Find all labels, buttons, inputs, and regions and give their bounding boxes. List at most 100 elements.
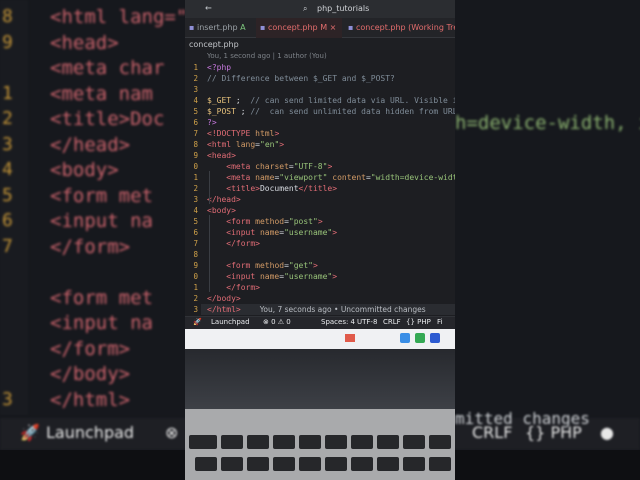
code-text[interactable]: <body> (207, 205, 236, 216)
code-line[interactable]: 2 <title>Document</title> (185, 183, 455, 194)
taskbar-app-icon[interactable] (415, 333, 425, 343)
code-token: name (255, 173, 275, 182)
tab-concept-php[interactable]: ▪ concept.php M × (256, 18, 342, 38)
launchpad-button[interactable]: Launchpad (211, 318, 250, 326)
taskbar-app-icon[interactable] (345, 334, 355, 342)
breadcrumb[interactable]: concept.php (189, 40, 239, 49)
code-line[interactable]: 8 <html lang="en"> (185, 139, 455, 150)
code-text[interactable]: <meta charset="UTF-8"> (207, 161, 332, 172)
code-text[interactable]: </form> (207, 238, 260, 249)
code-line[interactable]: 7 </form> (185, 238, 455, 249)
code-text[interactable]: <title>Document</title> (207, 183, 337, 194)
code-token: $_POST (207, 107, 236, 116)
code-text[interactable]: <form method="get"> (207, 260, 318, 271)
code-line[interactable]: 3 </html> You, 7 seconds ago • Uncommitte… (185, 304, 455, 315)
tab-insert-php[interactable]: ▪ insert.php A (185, 18, 253, 38)
close-icon[interactable]: × (330, 23, 337, 32)
code-line[interactable]: 1 <meta name="viewport" content="width=d… (185, 172, 455, 183)
keyboard-key (221, 457, 243, 471)
code-line[interactable]: 5 <form method="post"> (185, 216, 455, 227)
code-line[interactable]: 9 <head> (185, 150, 455, 161)
indent-guide (209, 215, 210, 292)
code-text[interactable]: </body> (207, 293, 241, 304)
code-text[interactable]: <!DOCTYPE html> (207, 128, 279, 139)
line-number: 2 (193, 74, 198, 83)
background-line-number: 4 (2, 159, 13, 180)
keyboard (185, 409, 455, 480)
code-text[interactable]: <head> (207, 150, 236, 161)
code-line[interactable]: 2 </body> (185, 293, 455, 304)
code-line[interactable]: 7 <!DOCTYPE html> (185, 128, 455, 139)
code-line[interactable]: 8 (185, 249, 455, 260)
code-text[interactable]: </head> (207, 194, 241, 205)
taskbar-app-icon[interactable] (430, 333, 440, 343)
encoding-setting[interactable]: UTF-8 (357, 318, 377, 326)
code-token: html (255, 129, 275, 138)
code-token: </html> (207, 305, 241, 314)
keyboard-key (377, 435, 399, 449)
code-line[interactable]: 6 ?> (185, 117, 455, 128)
indentation-setting[interactable]: Spaces: 4 (321, 318, 355, 326)
blame-header[interactable]: You, 1 second ago | 1 author (You) (207, 52, 327, 60)
code-text[interactable]: </form> (207, 282, 260, 293)
keyboard-key (351, 457, 373, 471)
code-line[interactable]: 4 $_GET ; // can send limited data via UR… (185, 95, 455, 106)
code-text[interactable]: <?php (207, 62, 231, 73)
code-editor[interactable]: You, 1 second ago | 1 author (You) 1 <?ph… (185, 50, 455, 316)
line-number: 1 (193, 63, 198, 72)
code-text[interactable]: <form method="post"> (207, 216, 322, 227)
code-line[interactable]: 1 <?php (185, 62, 455, 73)
code-token: <form (207, 261, 256, 270)
code-token: method (255, 261, 285, 270)
back-arrow-icon[interactable]: ← (205, 1, 212, 14)
command-center-search[interactable]: php_tutorials (317, 4, 369, 13)
status-extra[interactable]: Fi (437, 318, 442, 326)
line-number: 8 (193, 250, 198, 259)
tab-concept-working-tree[interactable]: ▪ concept.php (Working Tree) (344, 18, 455, 38)
background-launchpad-icon: 🚀 (20, 423, 40, 442)
taskbar-app-icon[interactable] (400, 333, 410, 343)
code-token: // Difference between $_GET and $_POST? (207, 74, 395, 83)
line-number: 6 (193, 228, 198, 237)
code-line[interactable]: 4 <body> (185, 205, 455, 216)
line-number: 1 (193, 283, 198, 292)
code-text[interactable]: <input name="username"> (207, 227, 337, 238)
screen-capture: ← ⌕ php_tutorials ▪ insert.php A ▪ conce… (185, 0, 455, 480)
code-line[interactable]: 5 $_POST ; // can send unlimited data hid… (185, 106, 455, 117)
code-token: name (259, 228, 280, 237)
code-token: > (313, 261, 318, 270)
code-text[interactable]: <html lang="en"> (207, 139, 284, 150)
code-line[interactable]: 2 // Difference between $_GET and $_POST? (185, 73, 455, 84)
background-line-number: 8 (2, 6, 13, 27)
code-token: <head> (207, 151, 236, 160)
code-line[interactable]: 3 </head> (185, 194, 455, 205)
code-text[interactable]: $_GET ; // can send limited data via URL… (207, 95, 455, 106)
code-text[interactable]: <meta name="viewport" content="width=dev… (207, 172, 455, 183)
code-token: </body> (207, 294, 241, 303)
code-token: <!DOCTYPE (207, 129, 256, 138)
problems-indicator[interactable]: ⊗ 0 ⚠ 0 (263, 318, 291, 326)
keyboard-key (247, 435, 269, 449)
code-text[interactable]: $_POST ; // can send unlimited data hidd… (207, 106, 455, 117)
line-number: 4 (193, 96, 198, 105)
background-code-line: </head> (50, 133, 131, 156)
language-mode[interactable]: {} PHP (406, 318, 431, 326)
code-line[interactable]: 1 </form> (185, 282, 455, 293)
code-token: "username" (284, 228, 333, 237)
code-text[interactable]: <input name="username"> (207, 271, 337, 282)
code-text[interactable]: ?> (207, 117, 217, 128)
code-text[interactable]: </html> You, 7 seconds ago • Uncommitted… (207, 304, 426, 315)
eol-setting[interactable]: CRLF (383, 318, 401, 326)
code-line[interactable]: 3 (185, 84, 455, 95)
code-token: </form> (207, 239, 260, 248)
code-text[interactable]: // Difference between $_GET and $_POST? (207, 73, 395, 84)
code-line[interactable]: 6 <input name="username"> (185, 227, 455, 238)
search-icon[interactable]: ⌕ (303, 4, 307, 14)
line-number: 3 (193, 305, 198, 314)
code-line[interactable]: 9 <form method="get"> (185, 260, 455, 271)
launchpad-icon[interactable]: 🚀 (193, 318, 202, 326)
keyboard-key (247, 457, 269, 471)
code-line[interactable]: 0 <input name="username"> (185, 271, 455, 282)
code-line[interactable]: 0 <meta charset="UTF-8"> (185, 161, 455, 172)
code-token: "width=device-width, in (370, 173, 455, 182)
